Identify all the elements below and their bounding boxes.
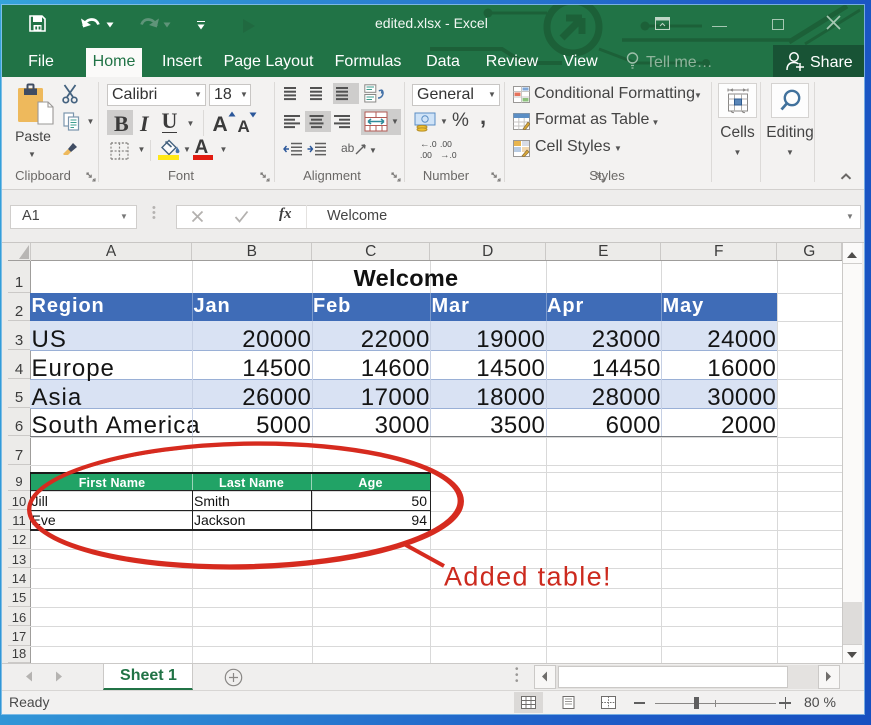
svg-text:Added table!: Added table! (444, 562, 612, 592)
svg-text:ab: ab (341, 141, 355, 155)
